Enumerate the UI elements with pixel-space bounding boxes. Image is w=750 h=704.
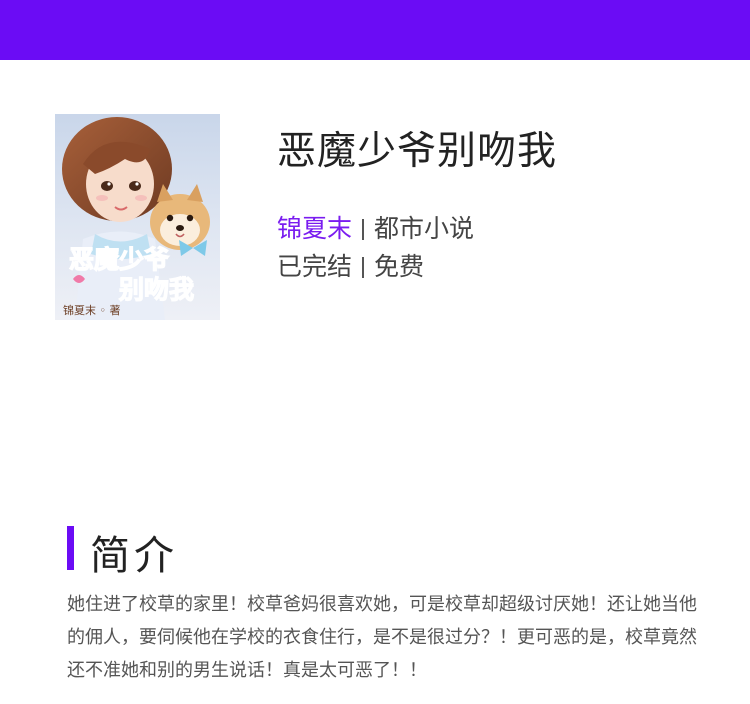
book-title: 恶魔少爷别吻我: [277, 129, 558, 174]
cover-illustration: 恶魔少爷 别吻我 锦夏末 ◦ 著: [55, 114, 220, 320]
section-accent-bar: [67, 526, 74, 570]
cover-author-art: 锦夏末 ◦ 著: [63, 303, 120, 317]
cover-title-art-line2: 别吻我: [118, 275, 194, 304]
intro-heading: 简介: [90, 533, 178, 579]
meta-separator: [362, 257, 365, 278]
top-app-bar: [0, 0, 750, 60]
intro-text: 她住进了校草的家里！校草爸妈很喜欢她，可是校草却超级讨厌她！还让她当他的佣人，要…: [67, 594, 697, 681]
price-label: 免费: [374, 252, 425, 281]
category-label: 都市小说: [374, 214, 475, 243]
status-label: 已完结: [277, 252, 353, 281]
cover-title-art-line1: 恶魔少爷: [69, 245, 170, 274]
meta-status-price: 已完结 免费: [277, 251, 424, 283]
meta-separator: [362, 219, 365, 240]
author-link[interactable]: 锦夏末: [277, 214, 352, 243]
meta-author-category: 锦夏末 都市小说: [277, 213, 474, 245]
book-cover-image[interactable]: 恶魔少爷 别吻我 锦夏末 ◦ 著: [55, 114, 220, 320]
